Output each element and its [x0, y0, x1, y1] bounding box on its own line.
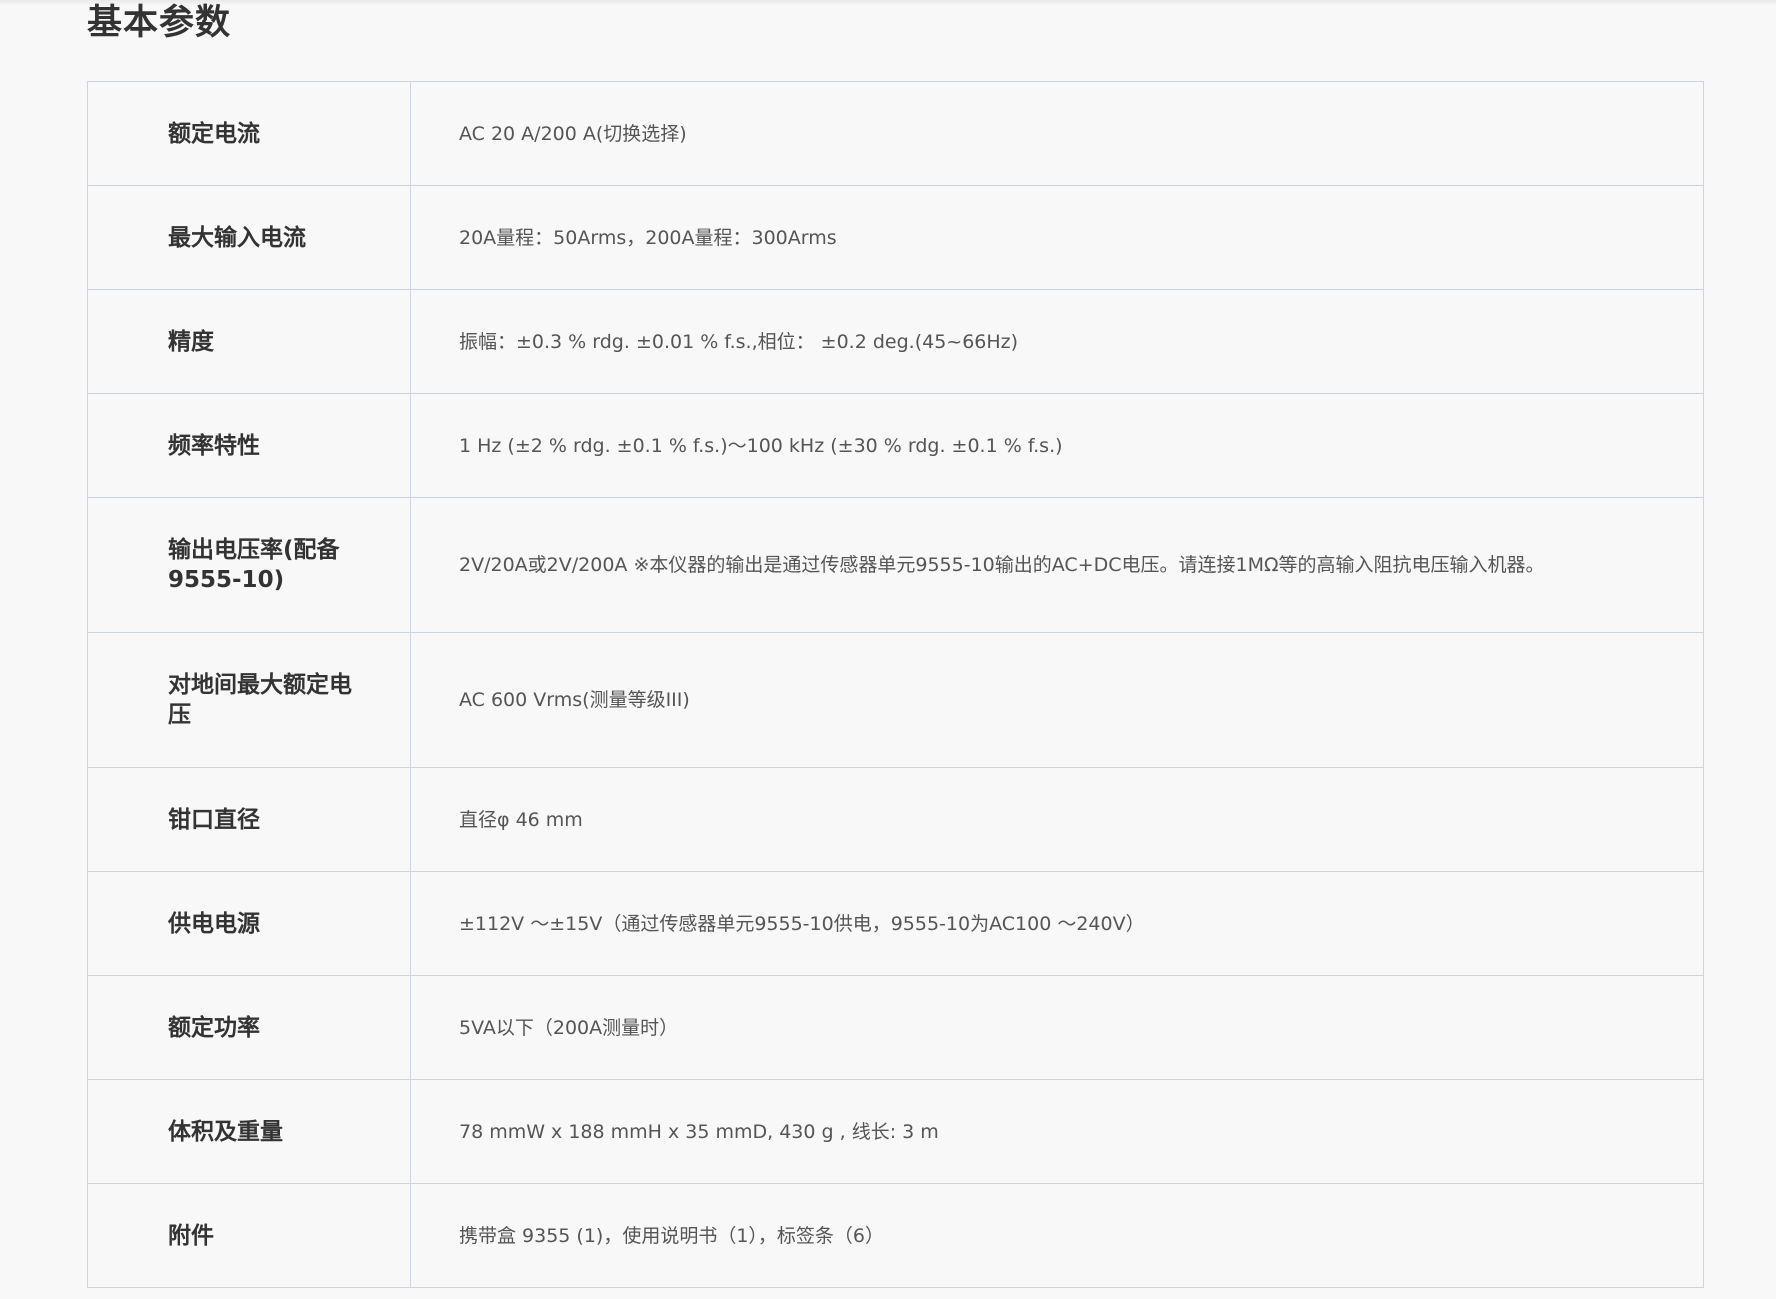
- spec-label: 钳口直径: [87, 767, 411, 872]
- spec-label: 对地间最大额定电压: [87, 632, 411, 768]
- spec-label: 体积及重量: [87, 1079, 411, 1184]
- spec-value: 携带盒 9355 (1)，使用说明书（1），标签条（6）: [410, 1183, 1704, 1288]
- table-row: 额定电流 AC 20 A/200 A(切换选择): [87, 81, 1704, 186]
- spec-label: 额定功率: [87, 975, 411, 1080]
- spec-value: 5VA以下（200A测量时）: [410, 975, 1704, 1080]
- spec-value: 20A量程：50Arms，200A量程：300Arms: [410, 185, 1704, 290]
- page: 基本参数 额定电流 AC 20 A/200 A(切换选择) 最大输入电流 20A…: [0, 0, 1776, 1299]
- table-row: 额定功率 5VA以下（200A测量时）: [87, 975, 1704, 1080]
- spec-label: 额定电流: [87, 81, 411, 186]
- spec-label: 附件: [87, 1183, 411, 1288]
- section-title: 基本参数: [87, 3, 232, 43]
- table-row: 体积及重量 78 mmW x 188 mmH x 35 mmD, 430 g ,…: [87, 1079, 1704, 1184]
- table-row: 精度 振幅：±0.3 % rdg. ±0.01 % f.s.,相位： ±0.2 …: [87, 289, 1704, 394]
- spec-label: 频率特性: [87, 393, 411, 498]
- spec-label: 最大输入电流: [87, 185, 411, 290]
- table-row: 附件 携带盒 9355 (1)，使用说明书（1），标签条（6）: [87, 1183, 1704, 1288]
- spec-value: AC 20 A/200 A(切换选择): [410, 81, 1704, 186]
- spec-label: 精度: [87, 289, 411, 394]
- spec-value: AC 600 Vrms(测量等级III): [410, 632, 1704, 768]
- table-row: 输出电压率(配备9555-10) 2V/20A或2V/200A ※本仪器的输出是…: [87, 497, 1704, 633]
- top-shadow: [0, 0, 1776, 6]
- table-row: 供电电源 ±112V ～±15V（通过传感器单元9555-10供电，9555-1…: [87, 871, 1704, 976]
- spec-label: 输出电压率(配备9555-10): [87, 497, 411, 633]
- spec-value: 振幅：±0.3 % rdg. ±0.01 % f.s.,相位： ±0.2 deg…: [410, 289, 1704, 394]
- spec-value: 2V/20A或2V/200A ※本仪器的输出是通过传感器单元9555-10输出的…: [410, 497, 1704, 633]
- spec-value: 直径φ 46 mm: [410, 767, 1704, 872]
- spec-value: ±112V ～±15V（通过传感器单元9555-10供电，9555-10为AC1…: [410, 871, 1704, 976]
- table-row: 钳口直径 直径φ 46 mm: [87, 767, 1704, 872]
- specs-table: 额定电流 AC 20 A/200 A(切换选择) 最大输入电流 20A量程：50…: [87, 81, 1704, 1288]
- spec-value: 78 mmW x 188 mmH x 35 mmD, 430 g , 线长: 3…: [410, 1079, 1704, 1184]
- table-row: 最大输入电流 20A量程：50Arms，200A量程：300Arms: [87, 185, 1704, 290]
- spec-label: 供电电源: [87, 871, 411, 976]
- table-row: 对地间最大额定电压 AC 600 Vrms(测量等级III): [87, 632, 1704, 768]
- table-row: 频率特性 1 Hz (±2 % rdg. ±0.1 % f.s.)～100 kH…: [87, 393, 1704, 498]
- spec-value: 1 Hz (±2 % rdg. ±0.1 % f.s.)～100 kHz (±3…: [410, 393, 1704, 498]
